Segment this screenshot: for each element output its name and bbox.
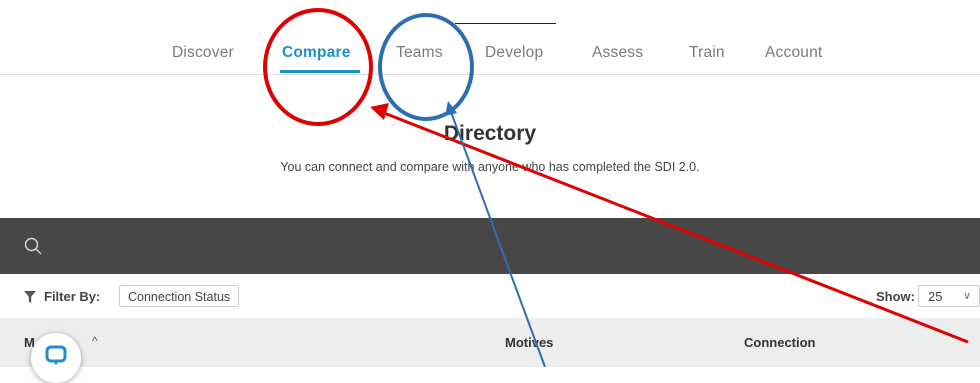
nav-active-underline bbox=[280, 70, 360, 73]
nav-item-teams[interactable]: Teams bbox=[396, 44, 443, 62]
filter-label: Filter By: bbox=[44, 289, 101, 304]
page-size-select[interactable]: 25 ∨ bbox=[918, 285, 980, 307]
column-header-motives[interactable]: Motives bbox=[505, 335, 553, 350]
nav-item-train[interactable]: Train bbox=[689, 44, 725, 62]
nav-item-assess[interactable]: Assess bbox=[592, 44, 643, 62]
nav-item-account[interactable]: Account bbox=[765, 44, 822, 62]
nav-item-compare[interactable]: Compare bbox=[282, 44, 351, 62]
page-title: Directory bbox=[443, 122, 537, 145]
page-subtitle: You can connect and compare with anyone … bbox=[280, 160, 700, 174]
main-nav: Discover Compare Teams Develop Assess Tr… bbox=[0, 32, 980, 75]
search-bar[interactable] bbox=[0, 218, 980, 274]
blue-arrow-head bbox=[445, 101, 457, 116]
chat-widget-button[interactable] bbox=[31, 333, 81, 383]
top-rule bbox=[455, 23, 556, 24]
filter-icon bbox=[24, 291, 36, 303]
sort-ascending-icon[interactable]: ^ bbox=[92, 334, 98, 348]
connection-status-filter[interactable]: Connection Status bbox=[119, 285, 240, 307]
filter-row: Filter By: Connection Status Show: 25 ∨ bbox=[0, 283, 980, 311]
column-header-connection[interactable]: Connection bbox=[744, 335, 816, 350]
chat-icon bbox=[45, 345, 67, 365]
nav-item-discover[interactable]: Discover bbox=[172, 44, 234, 62]
search-icon[interactable] bbox=[24, 237, 42, 255]
nav-item-develop[interactable]: Develop bbox=[485, 44, 543, 62]
chevron-down-icon: ∨ bbox=[963, 290, 972, 302]
red-arrow-head bbox=[370, 103, 389, 120]
show-label: Show: bbox=[876, 289, 915, 304]
table-header: M ^ Motives Connection bbox=[0, 318, 980, 367]
page-size-value: 25 bbox=[928, 289, 943, 304]
